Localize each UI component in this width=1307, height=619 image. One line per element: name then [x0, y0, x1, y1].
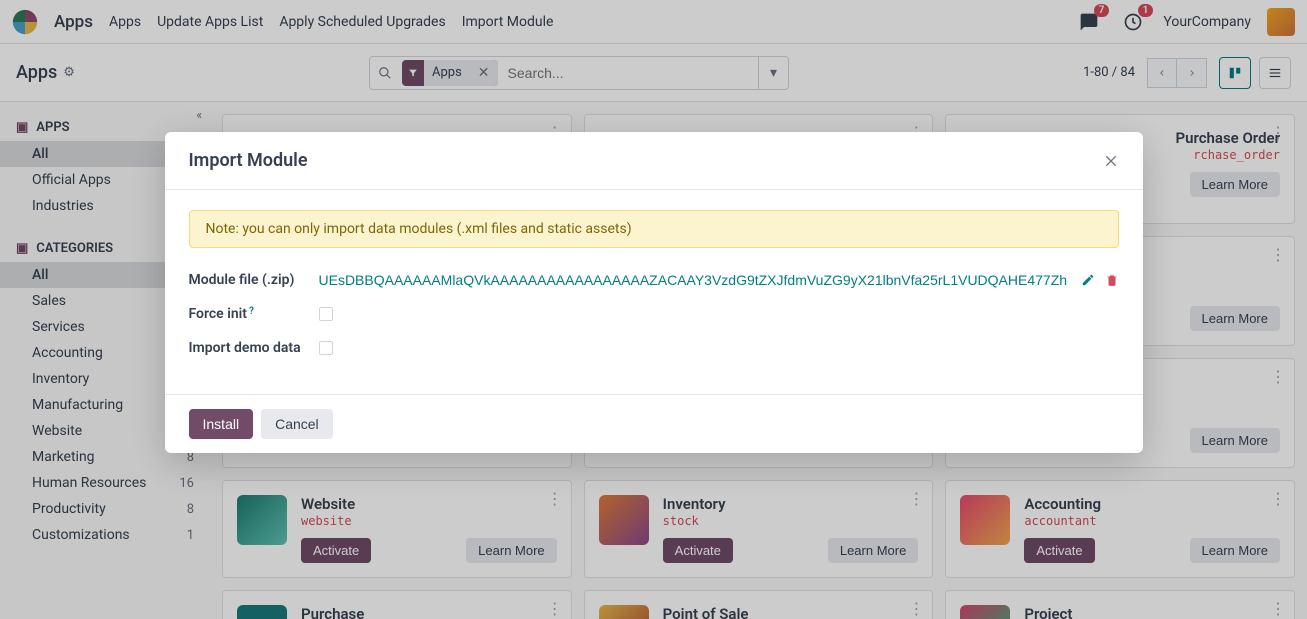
import-demo-checkbox[interactable] [319, 341, 333, 355]
install-button[interactable]: Install [189, 409, 254, 439]
label-import-demo: Import demo data [189, 340, 319, 356]
label-module-file: Module file (.zip) [189, 272, 319, 288]
trash-icon [1105, 273, 1119, 287]
cancel-button[interactable]: Cancel [261, 409, 333, 439]
label-force-init: Force init? [189, 306, 319, 322]
modal-close-button[interactable] [1103, 153, 1119, 169]
modal-title: Import Module [189, 150, 308, 171]
close-icon [1103, 153, 1119, 169]
import-note-alert: Note: you can only import data modules (… [189, 210, 1119, 248]
file-value: UEsDBBQAAAAAAMlaQVkAAAAAAAAAAAAAAAAAZACA… [319, 272, 1071, 288]
help-icon[interactable]: ? [249, 306, 254, 317]
import-module-modal: Import Module Note: you can only import … [165, 132, 1143, 453]
delete-file-button[interactable] [1105, 273, 1119, 287]
pencil-icon [1081, 273, 1095, 287]
edit-file-button[interactable] [1081, 273, 1095, 287]
force-init-checkbox[interactable] [319, 307, 333, 321]
